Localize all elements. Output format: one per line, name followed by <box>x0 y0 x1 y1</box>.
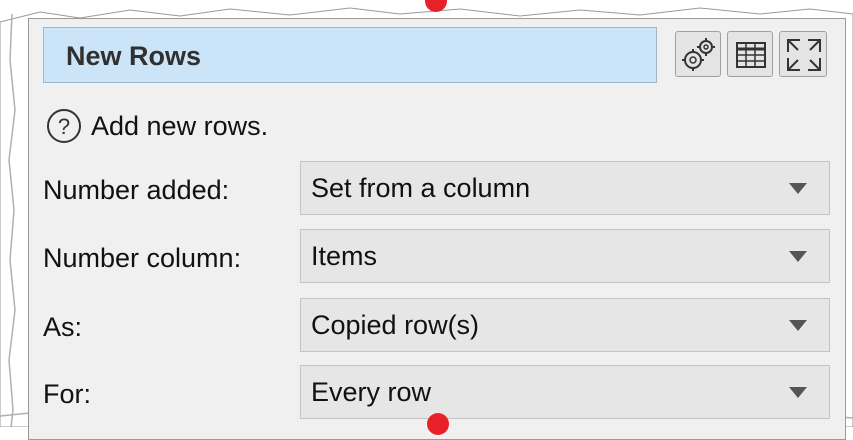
node-title: New Rows <box>66 41 202 71</box>
maximize-button[interactable] <box>779 31 827 77</box>
help-text: Add new rows. <box>91 111 269 141</box>
as-dropdown[interactable]: Copied row(s) <box>300 298 830 352</box>
output-connector-dot[interactable] <box>427 413 449 435</box>
number-column-dropdown[interactable]: Items <box>300 229 830 283</box>
number-column-label: Number column: <box>43 243 242 273</box>
chevron-down-icon <box>789 387 807 398</box>
chevron-down-icon <box>789 183 807 194</box>
table-icon <box>736 42 766 68</box>
settings-button[interactable] <box>675 31 721 77</box>
node-settings-panel: New Rows ? Add new rows. Number added: S… <box>28 18 846 440</box>
gear-icon <box>682 38 715 71</box>
chevron-down-icon <box>789 251 807 262</box>
for-label: For: <box>43 379 92 409</box>
chevron-down-icon <box>789 320 807 331</box>
node-title-field[interactable]: New Rows <box>43 27 657 83</box>
table-view-button[interactable] <box>727 31 773 77</box>
number-added-dropdown[interactable]: Set from a column <box>300 161 830 215</box>
help-icon[interactable]: ? <box>45 107 83 145</box>
as-value: Copied row(s) <box>311 310 480 340</box>
svg-text:?: ? <box>58 114 70 139</box>
node-header: New Rows <box>43 27 843 87</box>
for-value: Every row <box>311 377 432 407</box>
maximize-icon <box>787 39 821 71</box>
as-label: As: <box>43 312 83 342</box>
number-added-value: Set from a column <box>311 173 531 203</box>
number-added-label: Number added: <box>43 175 230 205</box>
for-dropdown[interactable]: Every row <box>300 365 830 419</box>
number-column-value: Items <box>311 241 378 271</box>
